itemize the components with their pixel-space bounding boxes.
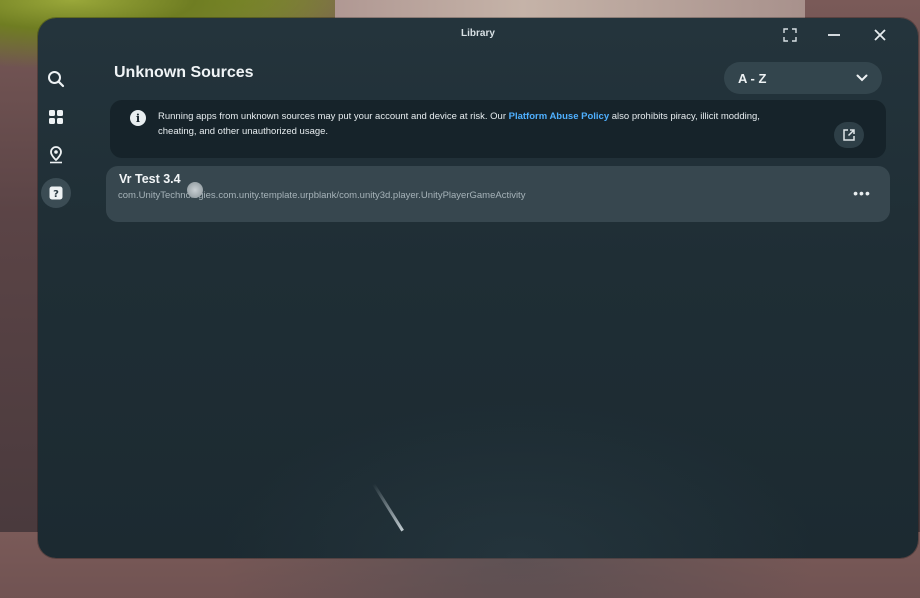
search-icon xyxy=(48,71,65,88)
sidebar-item-apps[interactable] xyxy=(41,102,71,132)
chevron-down-icon xyxy=(856,74,868,82)
location-pin-icon xyxy=(50,146,62,164)
close-icon xyxy=(874,29,886,41)
sidebar-item-locations[interactable] xyxy=(41,140,71,170)
unknown-sources-warning: i Running apps from unknown sources may … xyxy=(110,100,886,158)
sort-dropdown[interactable]: A - Z xyxy=(724,62,882,94)
sort-selected-label: A - Z xyxy=(738,70,767,86)
svg-text:?: ? xyxy=(53,189,59,200)
page-title: Unknown Sources xyxy=(114,64,254,81)
pointer-cursor xyxy=(187,182,203,198)
library-window: Library ? Unknown Sources A - Z i Runnin… xyxy=(38,18,918,598)
warning-text: Running apps from unknown sources may pu… xyxy=(158,109,778,139)
sidebar-item-search[interactable] xyxy=(41,64,71,94)
more-options-button[interactable]: ••• xyxy=(848,182,876,204)
close-button[interactable] xyxy=(869,24,891,46)
warning-text-start: Running apps from unknown sources may pu… xyxy=(158,111,509,122)
app-list-item[interactable]: Vr Test 3.4 com.UnityTechnologies.com.un… xyxy=(106,166,890,222)
app-package-name: com.UnityTechnologies.com.unity.template… xyxy=(118,190,526,201)
expand-icon xyxy=(783,28,797,42)
unknown-sources-icon: ? xyxy=(49,186,63,200)
minimize-icon xyxy=(828,34,840,36)
apps-grid-icon xyxy=(49,110,63,124)
external-link-icon xyxy=(843,129,855,141)
background-glow xyxy=(218,398,818,598)
maximize-button[interactable] xyxy=(779,24,801,46)
app-name: Vr Test 3.4 xyxy=(119,172,181,186)
sidebar-item-unknown-sources[interactable]: ? xyxy=(41,178,71,208)
open-external-button[interactable] xyxy=(834,122,864,148)
info-icon: i xyxy=(130,110,146,126)
minimize-button[interactable] xyxy=(823,24,845,46)
platform-abuse-policy-link[interactable]: Platform Abuse Policy xyxy=(509,111,609,122)
